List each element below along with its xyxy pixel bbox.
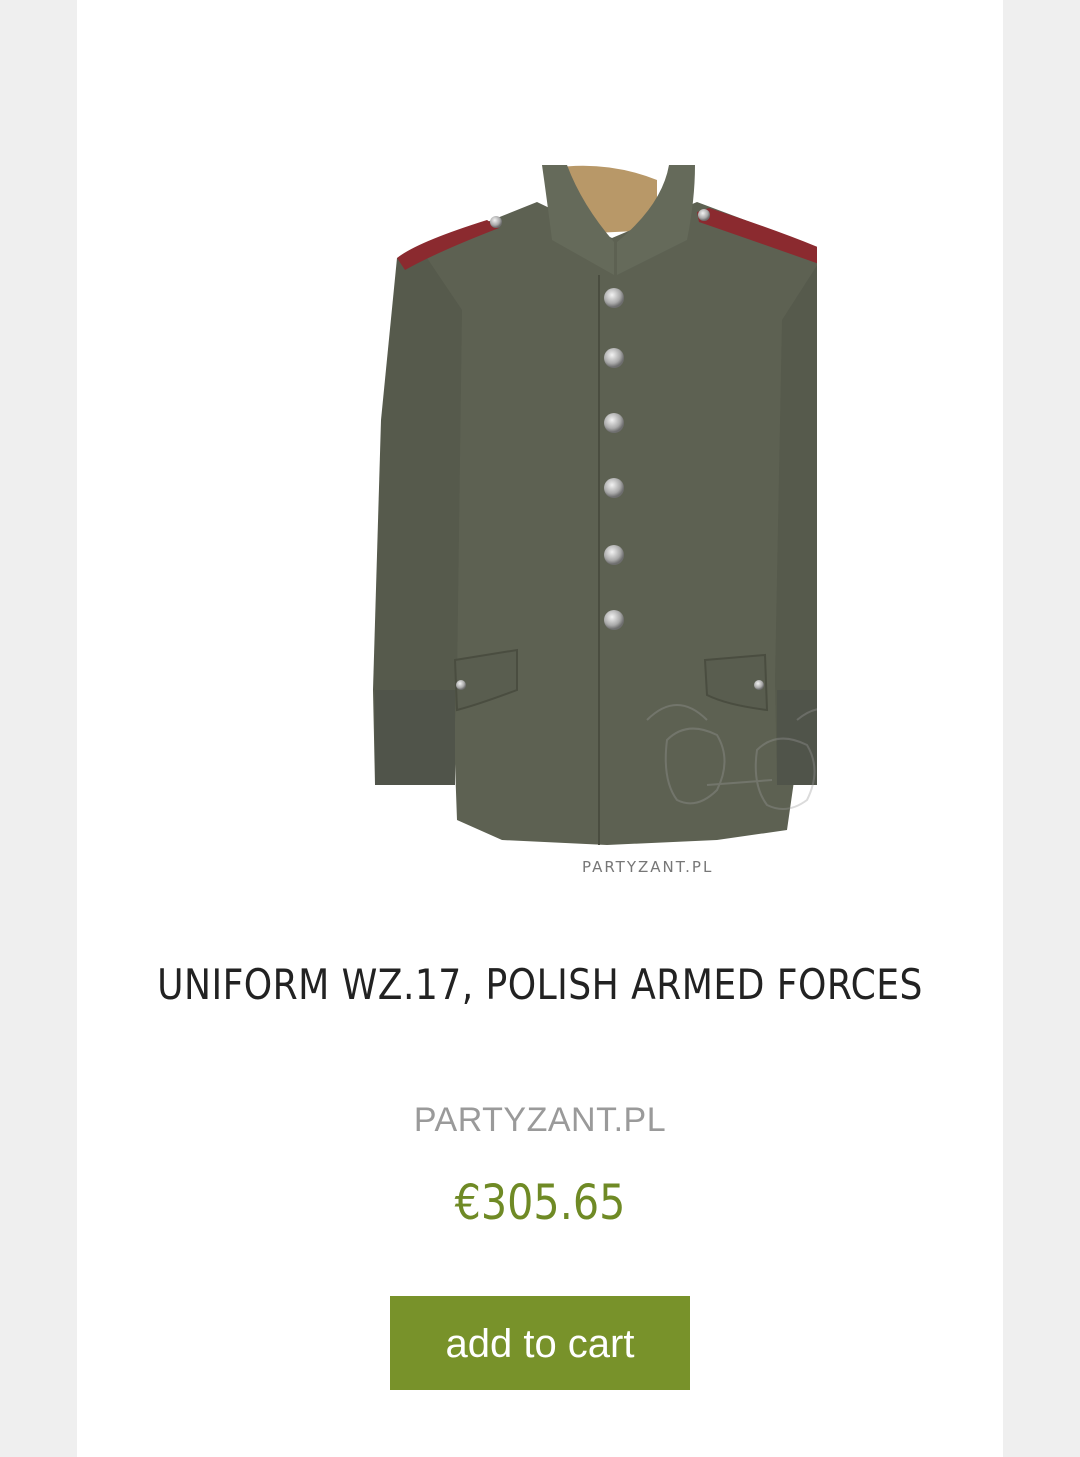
add-to-cart-button[interactable]: add to cart <box>390 1296 690 1390</box>
image-watermark-text: PARTYZANT.PL <box>582 858 714 876</box>
product-card: PARTYZANT.PL UNIFORM WZ.17, POLISH ARMED… <box>77 0 1003 1457</box>
product-brand[interactable]: PARTYZANT.PL <box>77 1101 1003 1140</box>
product-image[interactable] <box>277 120 817 900</box>
product-title[interactable]: UNIFORM WZ.17, POLISH ARMED FORCES <box>142 960 938 1010</box>
product-price: €305.65 <box>454 1175 626 1231</box>
uniform-jacket-illustration <box>373 165 817 845</box>
